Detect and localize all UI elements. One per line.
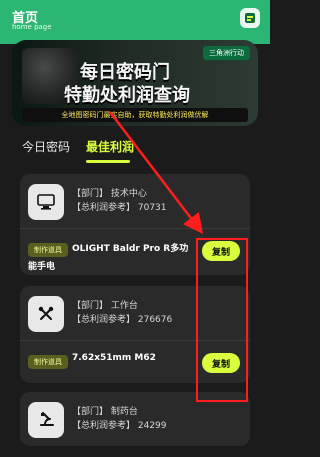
department-meta: 【部门】 工作台 【总利润参考】 276676 bbox=[72, 299, 172, 327]
item-tag: 制作道具 bbox=[28, 243, 68, 257]
tools-icon bbox=[38, 306, 54, 320]
item-name-continued: 能手电 bbox=[28, 262, 56, 272]
department-label: 【部门】 制药台 bbox=[72, 407, 138, 417]
item-name: 7.62x51mm M62 bbox=[72, 353, 156, 363]
app-header: 首页 home page bbox=[0, 0, 270, 44]
item-name: OLIGHT Baldr Pro R多功 bbox=[72, 244, 189, 254]
profit-card-header: 【部门】 技术中心 【总利润参考】 70731 bbox=[20, 174, 250, 228]
tab-bar: 今日密码 最佳利润 bbox=[0, 130, 270, 166]
page-subtitle: home page bbox=[12, 23, 52, 31]
active-tab-indicator bbox=[86, 160, 130, 163]
department-thumbnail bbox=[28, 296, 64, 332]
profit-label: 【总利润参考】 24299 bbox=[72, 421, 167, 431]
profit-label: 【总利润参考】 276676 bbox=[72, 315, 173, 325]
banner-strip: 全地图密码门最实自助，获取特勤处利润做优解 bbox=[22, 108, 248, 122]
microscope-icon bbox=[40, 412, 54, 426]
promo-banner[interactable]: 三角洲行动 每日密码门 特勤处利润查询 全地图密码门最实自助，获取特勤处利润做优… bbox=[12, 40, 258, 126]
banner-badge: 三角洲行动 bbox=[203, 46, 250, 60]
app-logo-icon bbox=[240, 8, 260, 28]
profit-label: 【总利润参考】 70731 bbox=[72, 203, 167, 213]
monitor-icon bbox=[37, 194, 55, 210]
department-meta: 【部门】 制药台 【总利润参考】 24299 bbox=[72, 405, 167, 433]
item-tag: 制作道具 bbox=[28, 355, 68, 369]
tab-today-password[interactable]: 今日密码 bbox=[22, 138, 70, 155]
department-meta: 【部门】 技术中心 【总利润参考】 70731 bbox=[72, 187, 167, 215]
department-thumbnail bbox=[28, 402, 64, 438]
department-label: 【部门】 工作台 bbox=[72, 301, 138, 311]
highlight-box bbox=[196, 238, 248, 402]
tab-best-profit[interactable]: 最佳利润 bbox=[86, 138, 134, 155]
department-label: 【部门】 技术中心 bbox=[72, 189, 147, 199]
department-thumbnail bbox=[28, 184, 64, 220]
banner-title-line-2: 特勤处利润查询 bbox=[64, 85, 190, 106]
